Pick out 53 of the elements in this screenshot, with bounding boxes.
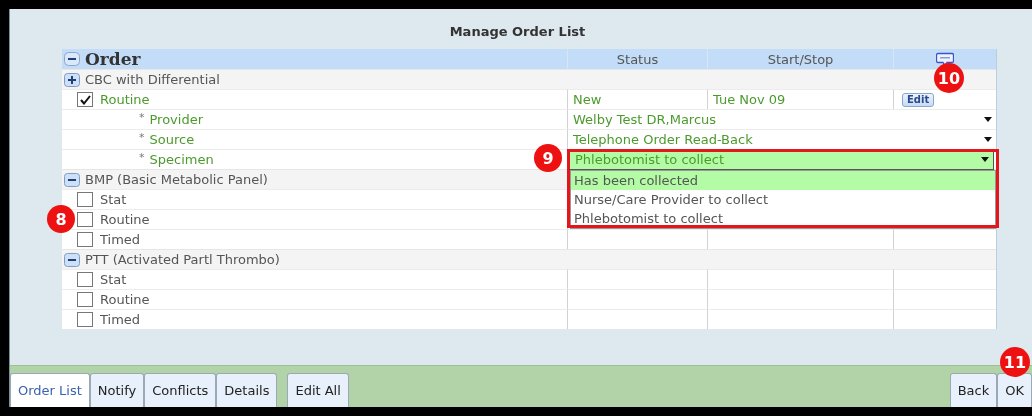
order-group-name: PTT (Activated Partl Thrombo) <box>85 252 280 267</box>
detail-label: Specimen <box>149 152 214 167</box>
footer-button[interactable]: Edit All <box>287 373 349 407</box>
dropdown-option[interactable]: Nurse/Care Provider to collect <box>571 190 995 209</box>
comment-icon[interactable] <box>936 52 954 66</box>
required-mark: * <box>139 111 145 124</box>
footer-tab[interactable]: Order List <box>10 373 90 407</box>
detail-label: Source <box>149 132 195 147</box>
checkbox[interactable] <box>77 192 93 207</box>
collapse-icon[interactable] <box>64 172 80 187</box>
column-title: Status <box>616 51 659 67</box>
required-mark: * <box>139 151 145 164</box>
collapse-icon[interactable] <box>64 252 80 267</box>
footer-tab[interactable]: Conflicts <box>144 373 217 407</box>
dropdown-option[interactable]: Phlebotomist to collect <box>571 209 995 228</box>
dropdown-arrow-icon[interactable] <box>984 137 992 142</box>
required-mark: * <box>139 131 145 144</box>
order-group-name: CBC with Differential <box>85 72 220 87</box>
order-option: Routine <box>100 292 150 307</box>
dropdown-arrow-icon[interactable] <box>981 157 989 162</box>
footer-tab[interactable]: Details <box>216 373 278 407</box>
checkbox[interactable] <box>77 272 93 287</box>
order-option: Routine <box>100 212 150 227</box>
callout-badge: 10 <box>934 63 964 93</box>
status-text: New <box>573 92 602 107</box>
order-group-name: BMP (Basic Metabolic Panel) <box>85 172 268 187</box>
checkbox[interactable] <box>77 212 93 227</box>
window-title: Manage Order List <box>448 23 587 41</box>
order-option: Routine <box>100 92 150 107</box>
callout-badge: 9 <box>534 144 562 172</box>
order-option: Stat <box>100 272 127 287</box>
order-option: Timed <box>100 232 141 247</box>
column-title: Start/Stop <box>767 51 834 67</box>
start-date: Tue Nov 09 <box>713 92 786 107</box>
dropdown-arrow-icon[interactable] <box>984 117 992 122</box>
detail-label: Provider <box>149 112 204 127</box>
order-option: Timed <box>100 312 141 327</box>
footer-tab[interactable]: Notify <box>89 373 145 407</box>
checkbox[interactable] <box>77 292 93 307</box>
order-option: Stat <box>100 192 127 207</box>
collapse-icon[interactable] <box>64 52 80 66</box>
dropdown-field[interactable]: Telephone Order Read-Back <box>568 130 996 149</box>
edit-button[interactable]: Edit <box>902 92 935 107</box>
dropdown-option[interactable]: Has been collected <box>571 171 995 190</box>
column-title: Order <box>85 49 141 69</box>
footer-button[interactable]: OK <box>997 373 1032 407</box>
callout-badge: 8 <box>47 205 75 233</box>
checkbox[interactable] <box>77 312 93 327</box>
dropdown-field[interactable]: Welby Test DR,Marcus <box>568 110 996 129</box>
footer-button[interactable]: Back <box>949 373 998 407</box>
checkbox[interactable] <box>77 232 93 247</box>
callout-badge: 11 <box>1000 347 1030 377</box>
expand-icon[interactable] <box>64 72 80 87</box>
